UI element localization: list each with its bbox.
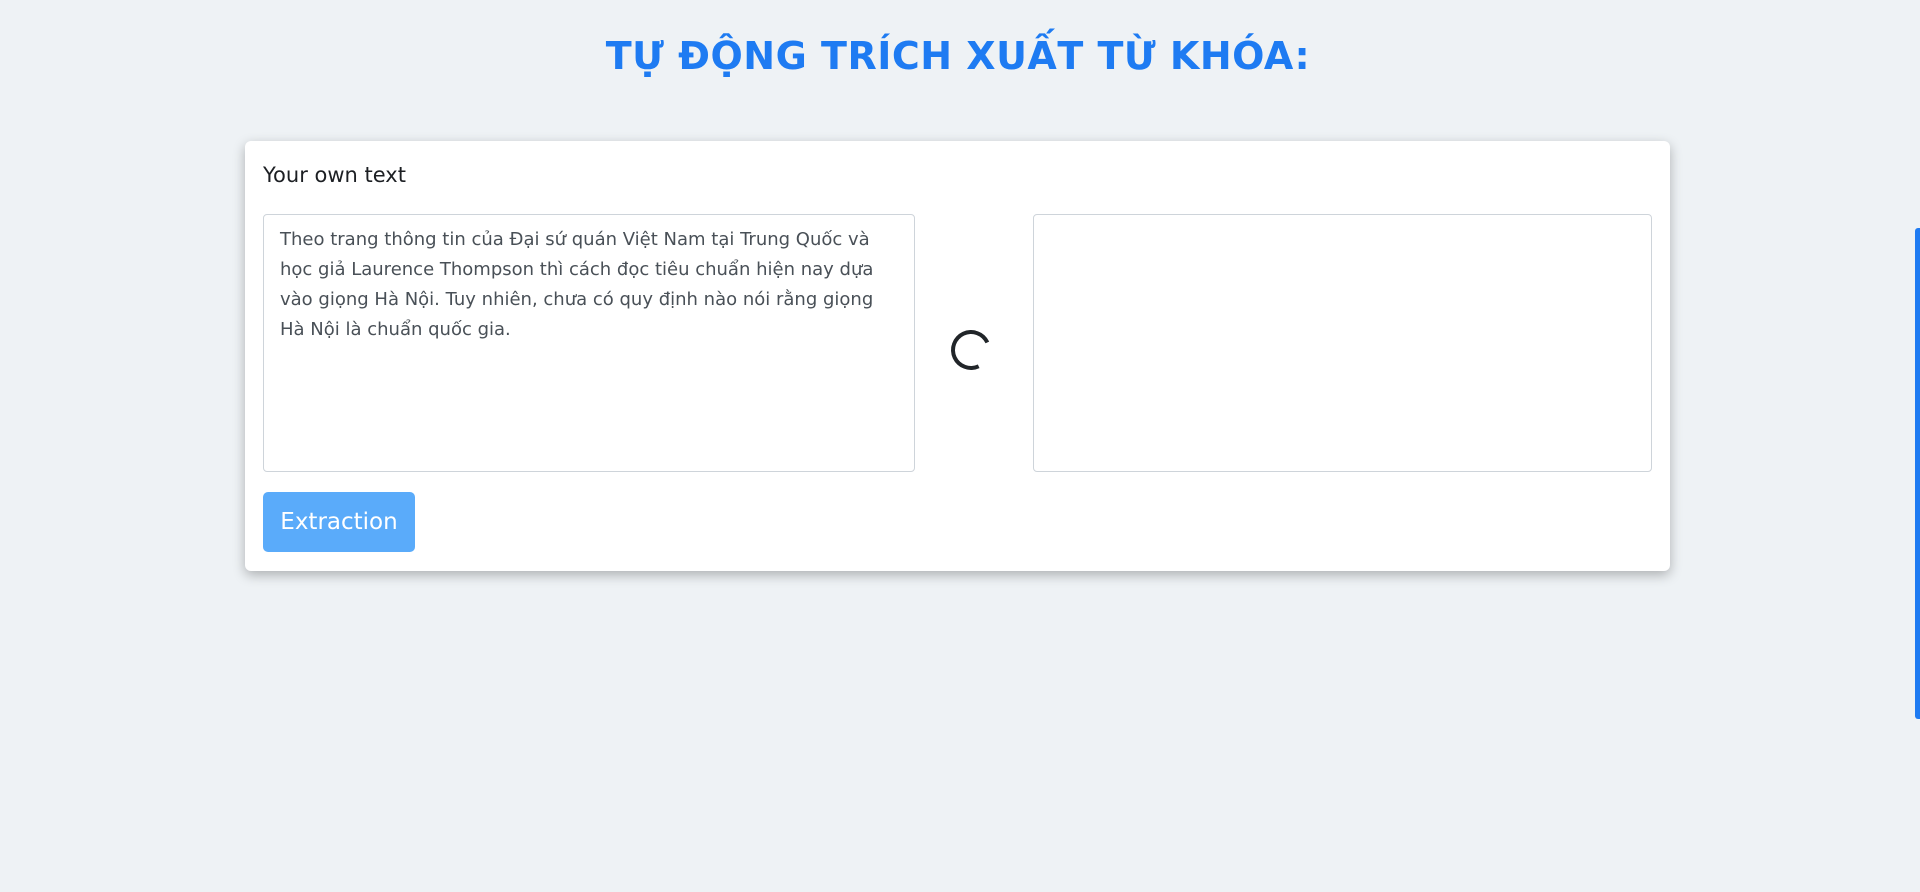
extraction-card: Your own text Theo trang thông tin của Đ… <box>245 141 1670 571</box>
scrollbar-thumb[interactable] <box>1915 228 1920 719</box>
card-header: Your own text <box>263 163 406 187</box>
page-title: TỰ ĐỘNG TRÍCH XUẤT TỪ KHÓA: <box>605 34 1311 78</box>
extraction-button[interactable]: Extraction <box>263 492 415 552</box>
loading-spinner-icon <box>945 324 997 376</box>
output-textarea[interactable] <box>1033 214 1652 472</box>
input-textarea[interactable]: Theo trang thông tin của Đại sứ quán Việ… <box>263 214 915 472</box>
